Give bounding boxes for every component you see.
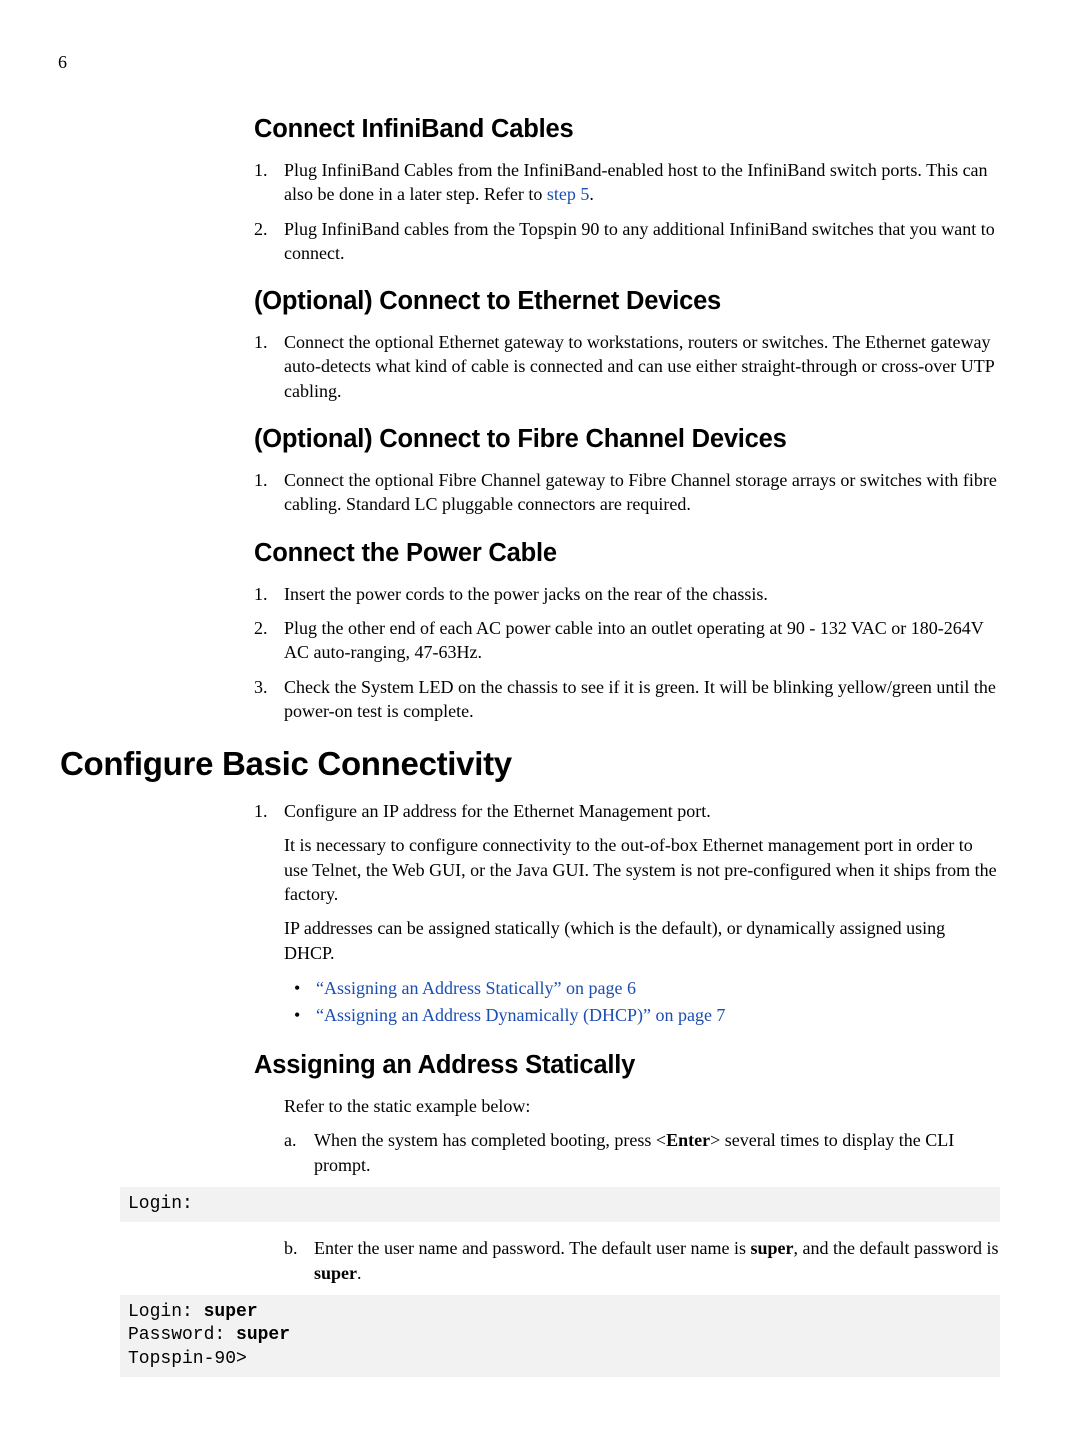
- section-assign-statically-cont: b. Enter the user name and password. The…: [254, 1236, 1000, 1285]
- list-item: 2. Plug InfiniBand cables from the Topsp…: [254, 217, 1000, 266]
- code-block-login-creds: Login: super Password: super Topspin-90>: [120, 1295, 1000, 1377]
- list-marker: 1.: [254, 468, 268, 492]
- list-marker: b.: [284, 1236, 298, 1260]
- list-item: 1. Connect the optional Fibre Channel ga…: [254, 468, 1000, 517]
- list-text-mid: , and the default password is: [794, 1238, 999, 1258]
- list-marker: 1.: [254, 582, 268, 606]
- list-text: Connect the optional Ethernet gateway to…: [284, 332, 994, 401]
- bullet-item: “Assigning an Address Statically” on pag…: [294, 975, 1000, 1002]
- heading-configure-basic-connectivity: Configure Basic Connectivity: [60, 745, 1000, 783]
- list-text: Configure an IP address for the Ethernet…: [284, 801, 711, 821]
- list-text: Plug InfiniBand cables from the Topspin …: [284, 219, 995, 263]
- section-connect-fibre-channel: (Optional) Connect to Fibre Channel Devi…: [254, 425, 1000, 517]
- list-marker: a.: [284, 1128, 297, 1152]
- code-value: super: [204, 1302, 258, 1322]
- section-connect-ethernet: (Optional) Connect to Ethernet Devices 1…: [254, 287, 1000, 403]
- list-item: 3. Check the System LED on the chassis t…: [254, 675, 1000, 724]
- code-value: super: [236, 1325, 290, 1345]
- section-connect-infiniband: Connect InfiniBand Cables 1. Plug Infini…: [254, 115, 1000, 265]
- list-marker: 1.: [254, 330, 268, 354]
- link-assign-dhcp[interactable]: “Assigning an Address Dynamically (DHCP)…: [316, 1005, 725, 1025]
- list-text: Insert the power cords to the power jack…: [284, 584, 768, 604]
- link-assign-static[interactable]: “Assigning an Address Statically” on pag…: [316, 978, 636, 998]
- heading-assign-statically: Assigning an Address Statically: [254, 1051, 1000, 1080]
- list-item: 1. Configure an IP address for the Ether…: [254, 799, 1000, 823]
- list-item: a. When the system has completed booting…: [284, 1128, 1000, 1177]
- list-text: When the system has completed booting, p…: [314, 1130, 666, 1150]
- heading-connect-ethernet: (Optional) Connect to Ethernet Devices: [254, 287, 1000, 316]
- list-item: b. Enter the user name and password. The…: [284, 1236, 1000, 1285]
- bold-text: Enter: [666, 1130, 710, 1150]
- list-item: 1. Connect the optional Ethernet gateway…: [254, 330, 1000, 403]
- document-page: 6 Connect InfiniBand Cables 1. Plug Infi…: [0, 0, 1080, 1451]
- code-line: Topspin-90>: [128, 1349, 247, 1369]
- section-configure-basic-connectivity: Configure Basic Connectivity: [60, 745, 1000, 783]
- list-item: 1. Plug InfiniBand Cables from the Infin…: [254, 158, 1000, 207]
- list-marker: 3.: [254, 675, 268, 699]
- body-paragraph: Refer to the static example below:: [284, 1094, 1000, 1118]
- section-assign-statically: Assigning an Address Statically Refer to…: [254, 1051, 1000, 1177]
- code-line-label: Password:: [128, 1325, 236, 1345]
- list-marker: 2.: [254, 217, 268, 241]
- heading-connect-fibre-channel: (Optional) Connect to Fibre Channel Devi…: [254, 425, 1000, 454]
- list-marker: 2.: [254, 616, 268, 640]
- body-paragraph: IP addresses can be assigned statically …: [284, 916, 1000, 965]
- code-line-label: Login:: [128, 1302, 204, 1322]
- list-text-post: .: [357, 1263, 362, 1283]
- bold-text: super: [751, 1238, 794, 1258]
- section-connect-power-cable: Connect the Power Cable 1. Insert the po…: [254, 539, 1000, 723]
- body-paragraph: It is necessary to configure connectivit…: [284, 833, 1000, 906]
- section-configure-ip: 1. Configure an IP address for the Ether…: [254, 799, 1000, 1029]
- list-marker: 1.: [254, 158, 268, 182]
- list-marker: 1.: [254, 799, 268, 823]
- code-block-login-prompt: Login:: [120, 1187, 1000, 1222]
- list-text: Plug InfiniBand Cables from the InfiniBa…: [284, 160, 988, 204]
- page-number: 6: [58, 52, 1000, 73]
- list-text-post: .: [589, 184, 594, 204]
- heading-connect-infiniband: Connect InfiniBand Cables: [254, 115, 1000, 144]
- list-text: Plug the other end of each AC power cabl…: [284, 618, 983, 662]
- bullet-item: “Assigning an Address Dynamically (DHCP)…: [294, 1002, 1000, 1029]
- list-text: Connect the optional Fibre Channel gatew…: [284, 470, 997, 514]
- link-step-5[interactable]: step 5: [547, 184, 590, 204]
- list-item: 1. Insert the power cords to the power j…: [254, 582, 1000, 606]
- list-text: Enter the user name and password. The de…: [314, 1238, 751, 1258]
- heading-connect-power-cable: Connect the Power Cable: [254, 539, 1000, 568]
- code-line: Login:: [128, 1194, 193, 1214]
- list-text: Check the System LED on the chassis to s…: [284, 677, 996, 721]
- bold-text: super: [314, 1263, 357, 1283]
- list-item: 2. Plug the other end of each AC power c…: [254, 616, 1000, 665]
